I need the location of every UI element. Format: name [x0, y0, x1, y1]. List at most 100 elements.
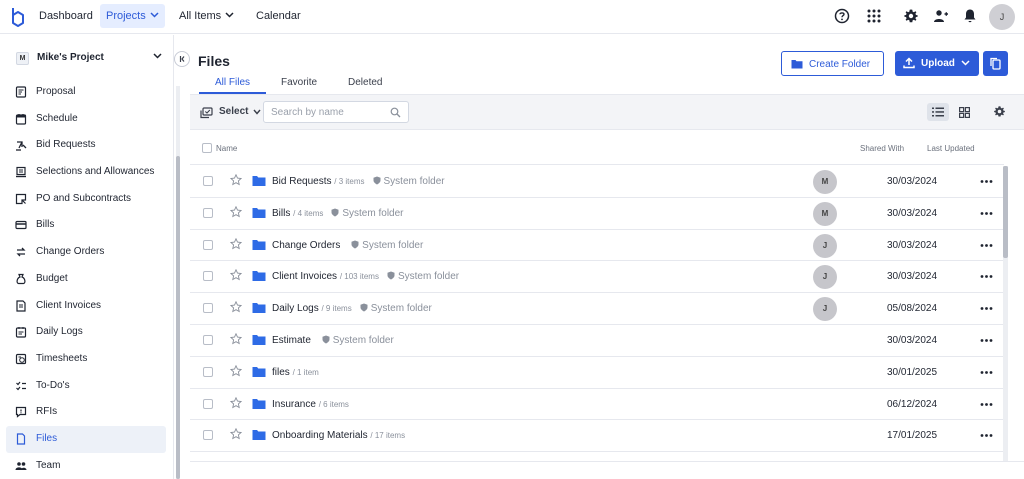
table-row[interactable]: Client Invoices / 103 items System folder…	[190, 261, 1004, 294]
sidebar-item-bills[interactable]: Bills	[6, 212, 166, 239]
row-checkbox[interactable]	[203, 239, 213, 250]
sidebar-scrollbar[interactable]	[176, 86, 180, 479]
folder-name[interactable]: Onboarding Materials	[272, 430, 368, 441]
row-checkbox[interactable]	[203, 271, 213, 282]
tab-favorite[interactable]: Favorite	[281, 77, 317, 88]
table-scrollbar-thumb[interactable]	[1003, 166, 1008, 258]
row-checkbox[interactable]	[203, 366, 213, 377]
user-avatar[interactable]: J	[989, 4, 1015, 30]
folder-name[interactable]: Bills	[272, 208, 290, 219]
star-icon[interactable]	[230, 301, 242, 313]
sidebar-item-bid-requests[interactable]: Bid Requests	[6, 132, 166, 159]
more-actions-icon[interactable]	[980, 334, 993, 347]
search-input[interactable]	[271, 106, 386, 119]
create-folder-button[interactable]: Create Folder	[781, 51, 884, 76]
file-name-cell[interactable]: Change Orders System folder	[272, 240, 423, 251]
star-icon[interactable]	[230, 396, 242, 409]
table-row[interactable]: Onboarding Materials / 17 items 17/01/202…	[190, 420, 1004, 453]
sidebar-item-rfis[interactable]: RFIs	[6, 399, 166, 426]
more-actions-icon[interactable]	[980, 239, 993, 252]
apps-grid-icon[interactable]	[866, 8, 882, 24]
folder-name[interactable]: Change Orders	[272, 240, 340, 251]
more-actions-icon[interactable]	[980, 366, 993, 379]
nav-all-items[interactable]: All Items	[173, 4, 240, 28]
sidebar-item-po-subcontracts[interactable]: PO and Subcontracts	[6, 186, 166, 213]
sidebar-item-selections[interactable]: Selections and Allowances	[6, 159, 166, 186]
sidebar-item-todos[interactable]: To-Do's	[6, 373, 166, 400]
notifications-bell-icon[interactable]	[962, 8, 978, 24]
folder-name[interactable]: files	[272, 367, 290, 378]
nav-calendar[interactable]: Calendar	[250, 4, 307, 28]
row-checkbox[interactable]	[203, 303, 213, 314]
row-checkbox[interactable]	[203, 207, 213, 218]
more-actions-icon[interactable]	[980, 175, 993, 188]
sidebar-item-files[interactable]: Files	[6, 425, 166, 453]
shared-with-avatar[interactable]: M	[813, 170, 837, 194]
sidebar-item-budget[interactable]: Budget	[6, 266, 166, 293]
chevron-down-icon[interactable]	[253, 109, 261, 115]
row-checkbox[interactable]	[203, 176, 213, 186]
copy-button[interactable]	[983, 51, 1008, 76]
table-row[interactable]: Bills / 4 items System folder M 30/03/2024	[190, 198, 1004, 230]
select-all-checkbox[interactable]	[202, 143, 212, 153]
table-row[interactable]: Bid Requests / 3 items System folder M 30/0…	[190, 166, 1004, 198]
row-checkbox[interactable]	[203, 398, 213, 409]
settings-gear-icon[interactable]	[903, 8, 919, 24]
upload-button[interactable]: Upload	[895, 51, 979, 76]
sidebar-item-proposal[interactable]: Proposal	[6, 79, 166, 106]
tab-deleted[interactable]: Deleted	[348, 77, 382, 88]
table-row[interactable]: Change Orders System folder J 30/03/2024	[190, 230, 1004, 262]
row-checkbox[interactable]	[203, 430, 213, 441]
tab-all-files[interactable]: All Files	[215, 77, 250, 88]
sidebar-item-client-invoices[interactable]: Client Invoices	[6, 293, 166, 320]
star-icon[interactable]	[230, 269, 242, 281]
sidebar-item-schedule[interactable]: Schedule	[6, 106, 166, 133]
file-name-cell[interactable]: Bills / 4 items System folder	[272, 208, 404, 219]
star-icon[interactable]	[230, 428, 242, 440]
star-icon[interactable]	[230, 364, 242, 377]
star-icon[interactable]	[230, 205, 242, 218]
sidebar-item-daily-logs[interactable]: Daily Logs	[6, 319, 166, 346]
sidebar-item-change-orders[interactable]: Change Orders	[6, 239, 166, 266]
sidebar-item-timesheets[interactable]: Timesheets	[6, 346, 166, 373]
help-icon[interactable]	[834, 8, 850, 24]
star-icon[interactable]	[230, 332, 242, 345]
table-row[interactable]: files / 1 item 30/01/2025	[190, 357, 1004, 389]
folder-name[interactable]: Insurance	[272, 399, 316, 410]
grid-view-button[interactable]	[954, 103, 976, 121]
shared-with-avatar[interactable]: J	[813, 265, 837, 290]
file-name-cell[interactable]: Bid Requests / 3 items System folder	[272, 176, 445, 187]
shared-with-avatar[interactable]: J	[813, 233, 837, 258]
more-actions-icon[interactable]	[980, 302, 993, 315]
column-header-updated[interactable]: Last Updated	[927, 144, 975, 153]
more-actions-icon[interactable]	[980, 429, 993, 442]
folder-name[interactable]: Daily Logs	[272, 303, 319, 314]
folder-name[interactable]: Estimate	[272, 335, 311, 346]
sidebar-scrollbar-thumb[interactable]	[176, 156, 180, 479]
folder-name[interactable]: Client Invoices	[272, 271, 337, 282]
select-multiple-icon[interactable]	[200, 107, 213, 119]
nav-projects[interactable]: Projects	[100, 4, 165, 28]
more-actions-icon[interactable]	[980, 207, 993, 220]
file-name-cell[interactable]: Client Invoices / 103 items System folder	[272, 271, 459, 282]
file-name-cell[interactable]: Onboarding Materials / 17 items	[272, 430, 405, 441]
search-icon[interactable]	[390, 107, 401, 118]
project-selector[interactable]: M Mike's Project	[8, 47, 166, 69]
shared-with-avatar[interactable]: M	[813, 201, 837, 226]
shared-with-avatar[interactable]: J	[813, 297, 837, 322]
folder-name[interactable]: Bid Requests	[272, 176, 331, 187]
table-row[interactable]: Estimate System folder 30/03/2024	[190, 325, 1004, 357]
file-name-cell[interactable]: Estimate System folder	[272, 335, 394, 346]
table-row[interactable]: Daily Logs / 9 items System folder J 05/08/…	[190, 293, 1004, 325]
select-dropdown[interactable]: Select	[219, 106, 248, 117]
sidebar-item-team[interactable]: Team	[6, 453, 166, 479]
chevron-down-icon[interactable]	[961, 60, 970, 66]
table-settings-gear-icon[interactable]	[993, 105, 1006, 118]
nav-dashboard[interactable]: Dashboard	[33, 4, 99, 28]
list-view-button[interactable]	[927, 103, 949, 121]
file-name-cell[interactable]: Daily Logs / 9 items System folder	[272, 303, 432, 314]
table-row[interactable]: Insurance / 6 items 06/12/2024	[190, 389, 1004, 421]
app-logo-icon[interactable]	[10, 6, 26, 28]
star-icon[interactable]	[230, 174, 242, 186]
column-header-name[interactable]: Name	[216, 144, 237, 153]
